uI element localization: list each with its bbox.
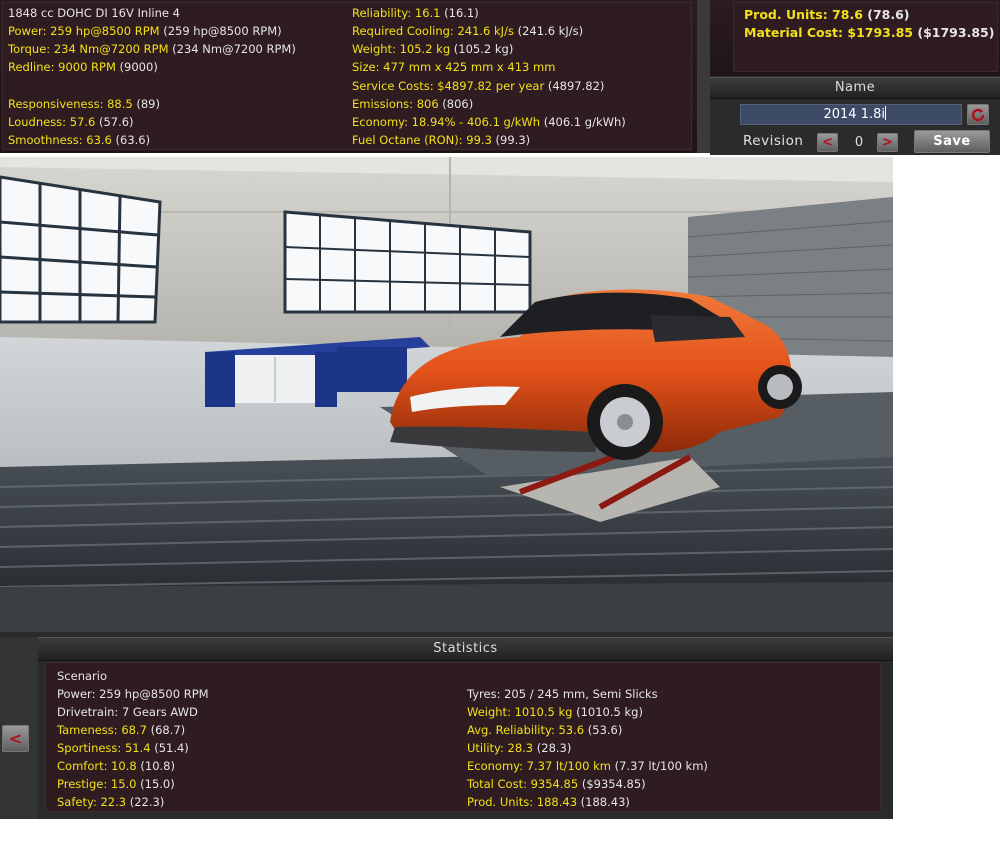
engine-emissions: Emissions: 806 (806) — [352, 97, 474, 111]
revision-value: 0 — [854, 135, 864, 150]
stat-total-cost: Total Cost: 9354.85 ($9354.85) — [467, 777, 646, 791]
engine-stats-inner: 1848 cc DOHC DI 16V Inline 4 Power: 259 … — [2, 2, 692, 150]
revision-prev-button[interactable]: < — [817, 133, 838, 152]
panel-divider — [697, 0, 710, 153]
stat-sportiness: Sportiness: 51.4 (51.4) — [57, 741, 189, 755]
stat-prod-units: Prod. Units: 188.43 (188.43) — [467, 795, 630, 809]
name-header: Name — [710, 77, 1000, 99]
production-inner: Prod. Units: 78.6 (78.6) Material Cost: … — [733, 2, 998, 72]
engine-cooling: Required Cooling: 241.6 kJ/s (241.6 kJ/s… — [352, 24, 584, 38]
engine-smoothness: Smoothness: 63.6 (63.6) — [8, 133, 151, 147]
stat-weight: Weight: 1010.5 kg (1010.5 kg) — [467, 705, 643, 719]
stat-avg-reliability: Avg. Reliability: 53.6 (53.6) — [467, 723, 623, 737]
stat-tameness: Tameness: 68.7 (68.7) — [57, 723, 186, 737]
statistics-back-button[interactable]: < — [2, 725, 29, 752]
revision-next-button[interactable]: > — [877, 133, 898, 152]
stat-drivetrain: Drivetrain: 7 Gears AWD — [57, 705, 198, 719]
save-button[interactable]: Save — [914, 130, 990, 153]
garage-scene — [0, 157, 893, 632]
refresh-icon — [971, 108, 985, 122]
engine-responsiveness: Responsiveness: 88.5 (89) — [8, 97, 160, 111]
engine-redline: Redline: 9000 RPM (9000) — [8, 60, 158, 74]
scene-right-margin — [893, 157, 1000, 844]
refresh-button[interactable] — [967, 104, 989, 125]
engine-reliability: Reliability: 16.1 (16.1) — [352, 6, 479, 20]
stat-safety: Safety: 22.3 (22.3) — [57, 795, 165, 809]
engine-fuel-octane: Fuel Octane (RON): 99.3 (99.3) — [352, 133, 531, 147]
stat-economy: Economy: 7.37 lt/100 km (7.37 lt/100 km) — [467, 759, 708, 773]
revision-label: Revision — [743, 133, 804, 149]
engine-spec-title: 1848 cc DOHC DI 16V Inline 4 — [8, 6, 180, 20]
stat-comfort: Comfort: 10.8 (10.8) — [57, 759, 175, 773]
statistics-inner: Scenario Power: 259 hp@8500 RPM Drivetra… — [45, 662, 881, 812]
engine-weight: Weight: 105.2 kg (105.2 kg) — [352, 42, 514, 56]
stat-scenario: Scenario — [57, 669, 107, 683]
stat-utility: Utility: 28.3 (28.3) — [467, 741, 572, 755]
engine-economy: Economy: 18.94% - 406.1 g/kWh (406.1 g/k… — [352, 115, 626, 129]
stat-prestige: Prestige: 15.0 (15.0) — [57, 777, 175, 791]
engine-service-costs: Service Costs: $4897.82 per year (4897.8… — [352, 79, 605, 93]
material-cost: Material Cost: $1793.85 ($1793.85) — [744, 25, 995, 40]
statistics-header: Statistics — [38, 637, 893, 661]
engine-torque: Torque: 234 Nm@7200 RPM (234 Nm@7200 RPM… — [8, 42, 296, 56]
name-input[interactable]: 2014 1.8i — [740, 104, 962, 125]
car-3d-viewport[interactable] — [0, 157, 893, 632]
engine-size: Size: 477 mm x 425 mm x 413 mm — [352, 60, 556, 74]
prod-units: Prod. Units: 78.6 (78.6) — [744, 7, 910, 22]
engine-loudness: Loudness: 57.6 (57.6) — [8, 115, 134, 129]
stat-tyres: Tyres: 205 / 245 mm, Semi Slicks — [467, 687, 658, 701]
engine-power: Power: 259 hp@8500 RPM (259 hp@8500 RPM) — [8, 24, 282, 38]
stat-power: Power: 259 hp@8500 RPM — [57, 687, 209, 701]
